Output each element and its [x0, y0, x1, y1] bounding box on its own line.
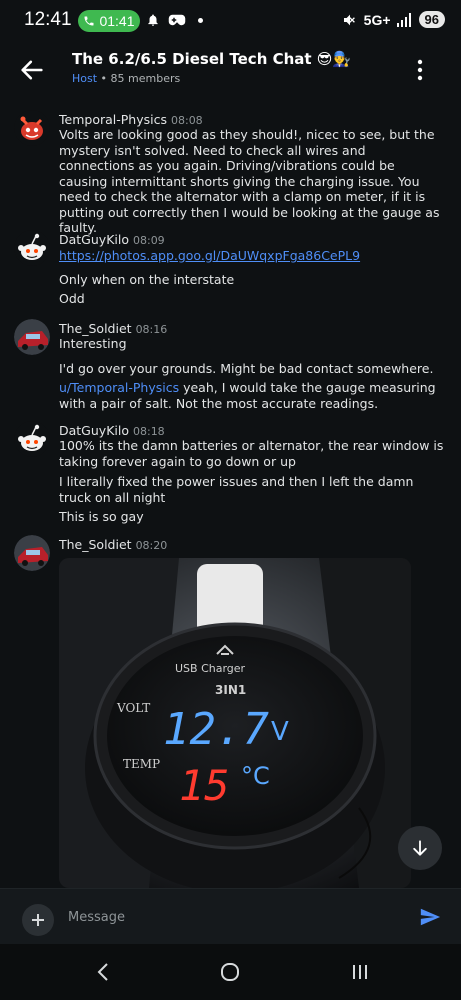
timestamp: 08:18 — [132, 425, 165, 438]
add-attachment-button[interactable] — [22, 904, 54, 936]
username[interactable]: DatGuyKilo — [59, 232, 129, 247]
avatar[interactable] — [14, 319, 50, 355]
mute-icon — [343, 14, 355, 25]
temperature-unit: °C — [241, 762, 270, 790]
message-image[interactable]: USB Charger 3IN1 VOLT TEMP 12.7 V 15 °C — [59, 558, 411, 888]
scroll-to-bottom-button[interactable] — [398, 826, 442, 870]
message-header: DatGuyKilo 08:09 — [59, 232, 165, 247]
message-text: This is so gay — [59, 509, 144, 524]
system-nav-bar — [0, 944, 461, 1000]
member-count: • 85 members — [97, 72, 181, 85]
host-label: Host — [72, 72, 98, 85]
timestamp: 08:08 — [170, 114, 203, 127]
status-bar: 12:41 01:41 5G+ 96 — [0, 0, 461, 42]
photo-brand-label: USB Charger — [175, 662, 246, 675]
ongoing-call-chip[interactable]: 01:41 — [78, 10, 140, 32]
nav-back-icon[interactable] — [94, 962, 112, 982]
back-arrow-icon[interactable] — [18, 56, 46, 84]
message-text: 100% its the damn batteries or alternato… — [59, 438, 444, 469]
signal-icon — [396, 12, 411, 27]
notification-dot-icon — [198, 17, 203, 23]
snoo-avatar-icon — [14, 421, 50, 457]
phone-icon — [84, 16, 94, 26]
user-photo-avatar — [14, 535, 50, 571]
message-link-row: https://photos.app.goo.gl/DaUWqxpFga86Ce… — [59, 248, 444, 264]
chat-subtitle: Host • 85 members — [72, 72, 180, 85]
message-text: I'd go over your grounds. Might be bad c… — [59, 361, 434, 376]
message-reply: u/Temporal-Physics yeah, I would take th… — [59, 380, 444, 411]
call-duration: 01:41 — [99, 13, 135, 29]
message-input[interactable]: Message — [68, 910, 125, 925]
chat-title[interactable]: The 6.2/6.5 Diesel Tech Chat 😎👨‍🔧 — [72, 50, 351, 68]
snoo-avatar-icon — [14, 230, 50, 266]
battery-level: 96 — [418, 11, 445, 28]
photo-model-label: 3IN1 — [215, 683, 246, 697]
plus-icon — [32, 914, 44, 926]
message-text: Interesting — [59, 336, 127, 351]
photo-link[interactable]: https://photos.app.goo.gl/DaUWqxpFga86Ce… — [59, 248, 360, 263]
message-header: DatGuyKilo 08:18 — [59, 423, 165, 438]
user-mention[interactable]: u/Temporal-Physics — [59, 380, 179, 395]
network-type: 5G+ — [363, 11, 391, 28]
nav-home-icon[interactable] — [220, 962, 240, 982]
timestamp: 08:16 — [135, 323, 168, 336]
avatar[interactable] — [14, 110, 50, 146]
timestamp: 08:20 — [135, 539, 168, 552]
timestamp: 08:09 — [132, 234, 165, 247]
more-options-icon[interactable] — [417, 58, 423, 82]
voltmeter-photo: USB Charger 3IN1 VOLT TEMP 12.7 V 15 °C — [59, 558, 411, 888]
message-text: I literally fixed the power issues and t… — [59, 474, 414, 505]
message-text: Only when on the interstate — [59, 272, 235, 287]
message-text: Volts are looking good as they should!, … — [59, 127, 440, 235]
temperature-reading: 15 — [179, 761, 230, 810]
snoo-avatar-icon — [14, 110, 50, 146]
avatar[interactable] — [14, 535, 50, 571]
message-header: The_Soldiet 08:20 — [59, 537, 167, 552]
user-photo-avatar — [14, 319, 50, 355]
game-controller-icon — [168, 14, 186, 26]
clock: 12:41 — [24, 9, 72, 30]
photo-volt-label: VOLT — [116, 701, 150, 715]
message-text: Odd — [59, 291, 85, 306]
username[interactable]: The_Soldiet — [59, 321, 132, 336]
message-header: Temporal-Physics 08:08 — [59, 112, 203, 127]
message-composer: Message — [0, 888, 461, 945]
voltage-unit: V — [271, 717, 289, 747]
voltage-reading: 12.7 — [163, 704, 269, 755]
photo-temp-label: TEMP — [123, 757, 160, 771]
username[interactable]: DatGuyKilo — [59, 423, 129, 438]
send-icon[interactable] — [419, 906, 441, 928]
bell-icon — [148, 14, 158, 26]
nav-recents-icon[interactable] — [350, 962, 370, 982]
chat-header: The 6.2/6.5 Diesel Tech Chat 😎👨‍🔧 Host •… — [0, 42, 461, 98]
arrow-down-icon — [413, 840, 427, 856]
message-header: The_Soldiet 08:16 — [59, 321, 167, 336]
avatar[interactable] — [14, 230, 50, 266]
username[interactable]: Temporal-Physics — [59, 112, 167, 127]
avatar[interactable] — [14, 421, 50, 457]
username[interactable]: The_Soldiet — [59, 537, 132, 552]
